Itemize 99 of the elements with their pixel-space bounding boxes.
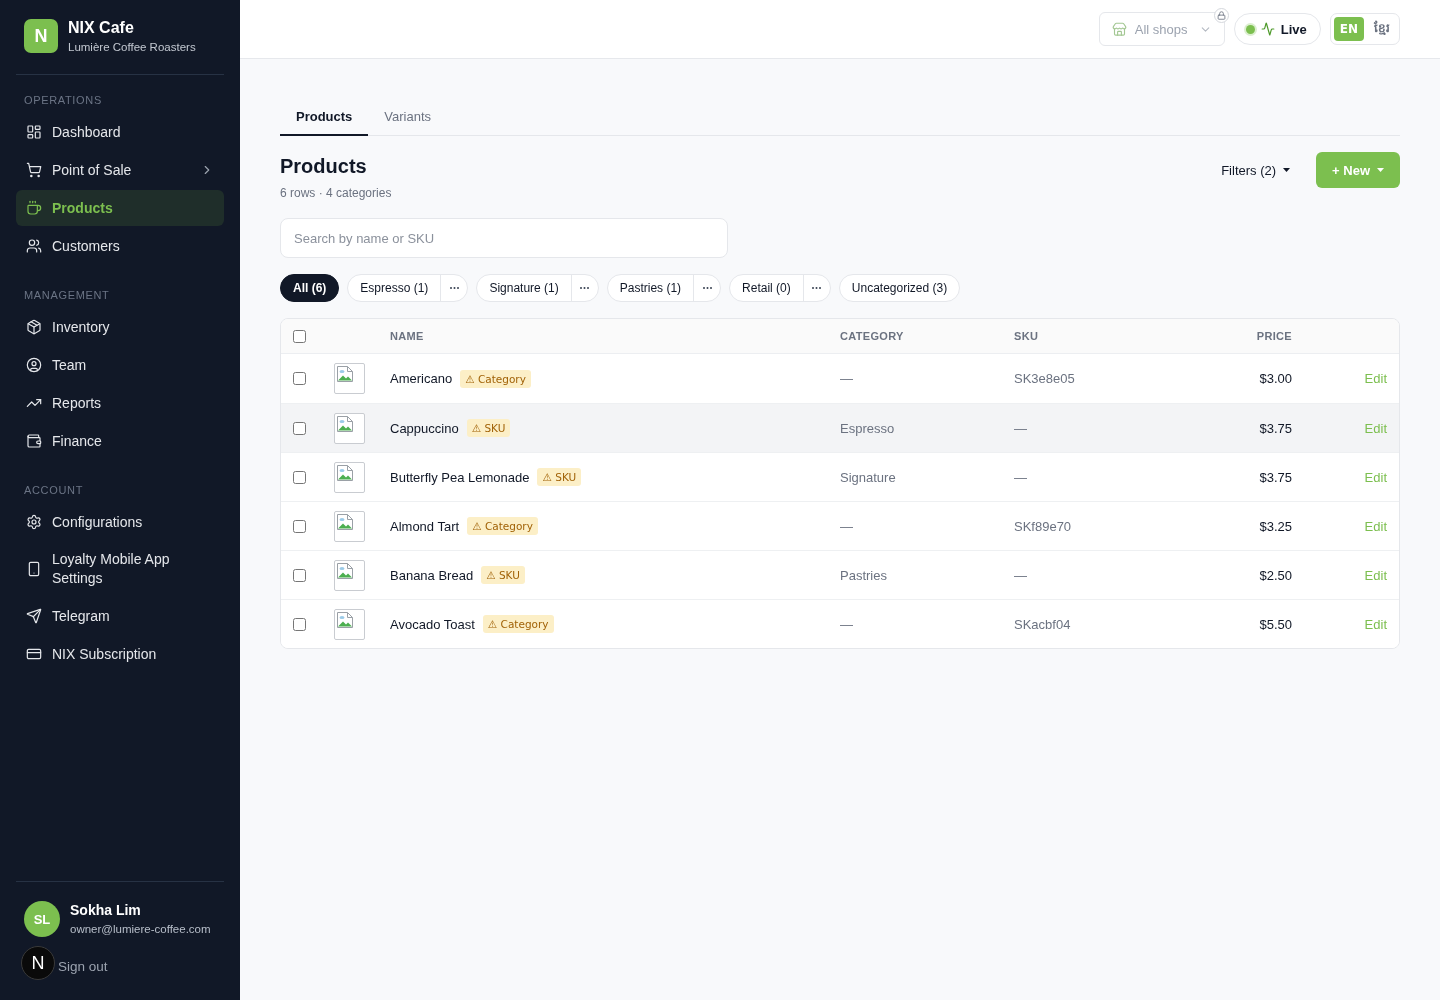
category-cell-text: —	[840, 616, 854, 632]
warning-badge: ⚠ SKU	[466, 419, 511, 437]
brand-subtitle: Lumière Coffee Roasters	[68, 40, 196, 54]
warning-badge: ⚠ Category	[482, 615, 554, 633]
store-icon	[1111, 21, 1127, 37]
sidebar-item[interactable]: Team	[16, 347, 224, 383]
user-name: Sokha Lim	[70, 902, 142, 919]
price-cell: $3.75	[1259, 469, 1292, 485]
section-title: MANAGEMENT	[23, 288, 111, 302]
warning-badge: ⚠ Category	[467, 517, 538, 535]
column-header: PRICE	[1256, 330, 1292, 342]
phone-icon	[26, 561, 42, 577]
sidebar-item[interactable]: Telegram	[16, 598, 224, 634]
live-status-button[interactable]: Live	[1233, 13, 1321, 45]
sidebar-item[interactable]: Finance	[16, 423, 224, 459]
category-cell-text: —	[840, 518, 854, 534]
search-field[interactable]: Search by name or SKU	[280, 218, 728, 258]
tab[interactable]: Products	[280, 99, 369, 136]
filters-button[interactable]: Filters (2)	[1221, 162, 1291, 178]
row-checkbox[interactable]	[293, 519, 306, 533]
brand-name: NIX Cafe	[68, 18, 135, 37]
wallet-icon	[26, 433, 42, 449]
user-avatar: SL	[24, 901, 60, 937]
price-cell: $3.75	[1259, 420, 1292, 436]
price-cell: $2.50	[1259, 567, 1292, 583]
select-all-checkbox[interactable]	[293, 329, 306, 343]
product-name: Avocado Toast	[390, 616, 475, 632]
category-chip[interactable]: Pastries (1)	[607, 275, 694, 301]
sidebar-item[interactable]: Dashboard	[16, 114, 224, 150]
category-chip[interactable]: Espresso (1)	[348, 275, 441, 301]
warning-badge: ⚠ SKU	[481, 566, 525, 584]
sidebar-item[interactable]: NIX Subscription	[16, 636, 224, 672]
product-name: Almond Tart	[390, 518, 460, 534]
grid-icon	[26, 124, 42, 140]
warning-badge: ⚠ Category	[460, 369, 531, 388]
product-name: Butterfly Pea Lemonade	[390, 469, 530, 485]
user-circle-icon	[26, 357, 42, 373]
cart-icon	[26, 162, 42, 178]
column-header: CATEGORY	[840, 330, 904, 342]
sidebar-item[interactable]: Point of Sale	[16, 152, 224, 188]
price-cell: $3.25	[1259, 518, 1292, 534]
category-chip[interactable]: Uncategorized (3)	[839, 275, 960, 301]
category-chip[interactable]: All (6)	[281, 275, 339, 301]
page-subtitle: 6 rows · 4 categories	[280, 185, 392, 201]
brand-logo: N	[24, 19, 58, 53]
sku-cell-text: SK3e8e05	[1014, 371, 1076, 386]
category-cell-text: Signature	[840, 469, 897, 485]
row-checkbox[interactable]	[293, 617, 306, 631]
sku-cell-text: —	[1014, 420, 1028, 436]
sku-cell-text: —	[1014, 567, 1028, 583]
pulse-icon	[1260, 22, 1275, 36]
language-option[interactable]: ខ្មែរ	[1368, 17, 1396, 41]
row-checkbox[interactable]	[293, 470, 306, 484]
users-icon	[26, 238, 42, 254]
cup-icon	[26, 200, 42, 216]
broken-image-icon	[337, 611, 353, 628]
product-name: Americano	[390, 371, 453, 386]
sku-cell-text: SKf89e70	[1014, 518, 1073, 534]
sku-cell-text: SKacbf04	[1014, 616, 1072, 632]
sidebar-item[interactable]: Inventory	[16, 309, 224, 345]
category-cell-text: Pastries	[840, 567, 888, 583]
sidebar-item[interactable]: Customers	[16, 228, 224, 264]
paper-plane-icon	[26, 608, 42, 624]
product-name: Cappuccino	[390, 420, 459, 436]
page-title: Products	[280, 154, 368, 178]
category-chip[interactable]: Signature (1)	[477, 275, 571, 301]
product-name: Banana Bread	[390, 567, 474, 583]
sidebar-item[interactable]: Products	[16, 190, 224, 226]
warning-badge: ⚠ SKU	[537, 468, 582, 486]
column-header: NAME	[390, 330, 424, 342]
section-title: ACCOUNT	[23, 483, 84, 497]
section-title: OPERATIONS	[23, 93, 103, 107]
broken-image-icon	[337, 562, 353, 579]
category-cell-text: Espresso	[840, 420, 896, 436]
sidebar-item[interactable]: Configurations	[16, 504, 224, 540]
sku-cell-text: —	[1014, 469, 1028, 485]
broken-image-icon	[337, 366, 353, 382]
broken-image-icon	[337, 513, 353, 530]
settings-icon	[26, 514, 42, 530]
category-chip[interactable]: Retail (0)	[730, 275, 803, 301]
box-icon	[26, 319, 42, 335]
row-checkbox[interactable]	[293, 568, 306, 582]
row-checkbox[interactable]	[293, 372, 306, 385]
sidebar-item[interactable]: Reports	[16, 385, 224, 421]
column-header: SKU	[1014, 330, 1039, 342]
card-icon	[26, 646, 42, 662]
status-dot-icon	[1245, 24, 1255, 34]
price-cell: $3.00	[1259, 371, 1292, 386]
tab[interactable]: Variants	[368, 99, 448, 136]
caret-down-icon	[1283, 168, 1291, 172]
row-checkbox[interactable]	[293, 421, 306, 435]
broken-image-icon	[337, 415, 353, 432]
caret-down-icon	[1377, 168, 1384, 172]
sign-out-button[interactable]: Sign out	[58, 958, 108, 976]
user-email: owner@lumiere-coffee.com	[70, 922, 211, 936]
category-cell-text: —	[840, 371, 854, 386]
price-cell: $5.50	[1259, 616, 1292, 632]
sidebar-item[interactable]: Loyalty Mobile App Settings	[16, 542, 224, 596]
broken-image-icon	[337, 464, 353, 481]
